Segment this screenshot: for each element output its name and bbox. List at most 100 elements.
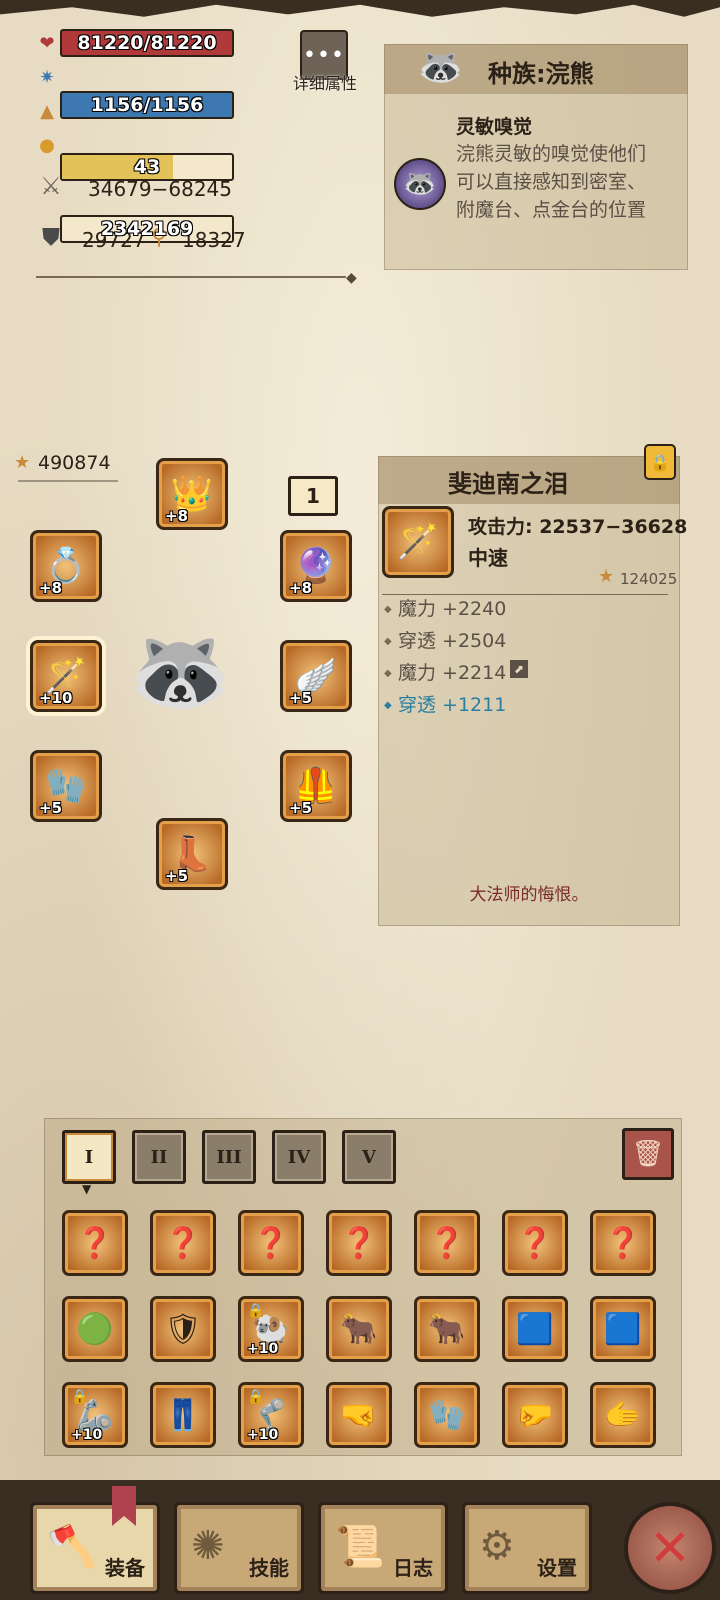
bullet-icon: ◆ (384, 700, 392, 711)
inventory-slot[interactable]: 🟦 (590, 1296, 656, 1362)
trash-icon[interactable]: 🗑 (622, 1128, 674, 1180)
inventory-tab-1[interactable]: I (62, 1130, 116, 1184)
inventory-slot[interactable]: ❓ (150, 1210, 216, 1276)
nav-log-button[interactable]: 📜 日志 (318, 1502, 448, 1594)
active-tab-indicator: ▼ (82, 1182, 92, 1196)
inventory-slot[interactable]: 🔒 🦿 +10 (238, 1382, 304, 1448)
inventory-slot[interactable]: ❓ (502, 1210, 568, 1276)
item-attack: 攻击力: 22537−36628 (468, 516, 688, 538)
inventory-slot[interactable]: 🧤 (414, 1382, 480, 1448)
ring-slot[interactable]: 💍 +8 (30, 530, 102, 602)
gold-icon: ● (39, 134, 55, 156)
race-ability-name: 灵敏嗅觉 (456, 116, 533, 138)
loadout-page-button[interactable]: 1 (288, 476, 338, 516)
inventory-slot[interactable]: ❓ (414, 1210, 480, 1276)
enchant-icon: ⬈ (510, 660, 528, 678)
unknown-item-icon: ❓ (604, 1225, 642, 1261)
inventory-slot[interactable]: ❓ (590, 1210, 656, 1276)
star-icon: ★ (14, 452, 31, 473)
inventory-slot[interactable]: 🤜 (326, 1382, 392, 1448)
scroll-icon: 📜 (335, 1524, 385, 1570)
pants-icon: 🟦 (604, 1311, 642, 1347)
inventory-slot[interactable]: 👖 (150, 1382, 216, 1448)
lock-icon: 🔒 (71, 1389, 89, 1405)
equipment-score: 490874 (38, 452, 111, 474)
item-name: 斐迪南之泪 (448, 470, 568, 498)
nav-settings-button[interactable]: ⚙ 设置 (462, 1502, 592, 1594)
stats-divider (36, 276, 346, 278)
top-torn-edge (0, 0, 720, 17)
inventory-slot[interactable]: 🟢 (62, 1296, 128, 1362)
helmet-icon: 🐂 (428, 1311, 466, 1347)
detail-stats-label[interactable]: 详细属性 (280, 70, 370, 94)
hp-value: 81220/81220 (77, 32, 217, 54)
item-stat-3: 魔力 +2214 (398, 662, 507, 684)
staff-icon: 🪄 (396, 522, 440, 562)
inventory-tab-3[interactable]: III (202, 1130, 256, 1184)
attack-value: 34679−68245 (88, 177, 233, 201)
inventory-slot[interactable]: 🟦 (502, 1296, 568, 1362)
inventory-slot[interactable]: 🛡 (150, 1296, 216, 1362)
gold-value: 2342169 (100, 218, 194, 240)
inventory-slot[interactable]: 🔒 🐏 +10 (238, 1296, 304, 1362)
character-avatar: 🦝 (127, 621, 233, 720)
armor-slot[interactable]: 🦺 +5 (280, 750, 352, 822)
inventory-slot[interactable]: ❓ (326, 1210, 392, 1276)
close-icon: ✕ (649, 1519, 691, 1577)
item-stat-1: 魔力 +2240 (398, 598, 507, 620)
inventory-slot[interactable]: 🐂 (326, 1296, 392, 1362)
gear-icon: ⚙ (479, 1523, 515, 1569)
mana-icon: ✷ (39, 66, 55, 88)
inventory-tab-4[interactable]: IV (272, 1130, 326, 1184)
armor-icon: 🟢 (76, 1311, 114, 1347)
leggings-icon: 👖 (164, 1397, 202, 1433)
wings-slot[interactable]: 🪽 +5 (280, 640, 352, 712)
axe-icon: 🪓 (47, 1524, 97, 1570)
selected-item-icon: 🪄 (382, 506, 454, 578)
lock-icon: 🔒 (247, 1303, 265, 1319)
raccoon-icon: 🦝 (418, 47, 463, 88)
item-stat-2: 穿透 +2504 (398, 630, 507, 652)
inventory-slot[interactable]: ❓ (238, 1210, 304, 1276)
item-speed: 中速 (468, 546, 508, 570)
crown-slot[interactable]: 👑 +8 (156, 458, 228, 530)
race-ability-icon[interactable]: 🦝 (394, 158, 446, 210)
nav-settings-label: 设置 (537, 1556, 577, 1580)
pants-icon: 🟦 (516, 1311, 554, 1347)
lock-icon[interactable]: 🔒 (644, 444, 676, 480)
nav-equip-label: 装备 (105, 1556, 145, 1580)
inventory-slot[interactable]: 🔒 🦾 +10 (62, 1382, 128, 1448)
mp-bar: 1156/1156 (60, 91, 234, 119)
divider-ornament: ◆ (346, 270, 357, 286)
level-icon: ▲ (40, 100, 54, 122)
nav-log-label: 日志 (393, 1556, 433, 1580)
gloves-slot[interactable]: 🧤 +5 (30, 750, 102, 822)
unknown-item-icon: ❓ (252, 1225, 290, 1261)
unknown-item-icon: ❓ (340, 1225, 378, 1261)
amulet-slot[interactable]: 🔮 +8 (280, 530, 352, 602)
hp-bar: 81220/81220 (60, 29, 234, 57)
nav-skills-button[interactable]: ✺ 技能 (174, 1502, 304, 1594)
ellipsis-icon: ••• (303, 42, 345, 68)
race-title: 种族:浣熊 (488, 60, 594, 88)
unknown-item-icon: ❓ (164, 1225, 202, 1261)
inventory-slot[interactable]: 🤛 (502, 1382, 568, 1448)
inventory-slot[interactable]: 🐂 (414, 1296, 480, 1362)
close-button[interactable]: ✕ (624, 1502, 716, 1594)
gauntlet-icon: 🫱 (604, 1397, 642, 1433)
nav-equip-button[interactable]: 🪓 装备 (30, 1502, 160, 1594)
inventory-slot[interactable]: 🫱 (590, 1382, 656, 1448)
inventory-tab-5[interactable]: V (342, 1130, 396, 1184)
gauntlet-icon: 🤜 (340, 1397, 378, 1433)
gauntlet-icon: 🤛 (516, 1397, 554, 1433)
heart-icon: ❤ (39, 32, 55, 54)
score-underline (18, 480, 118, 482)
item-score: 124025 (620, 570, 678, 588)
nav-skills-label: 技能 (249, 1556, 289, 1580)
boots-slot[interactable]: 👢 +5 (156, 818, 228, 890)
crossed-swords-icon: ⚔ (40, 172, 62, 200)
inventory-tab-2[interactable]: II (132, 1130, 186, 1184)
inventory-slot[interactable]: ❓ (62, 1210, 128, 1276)
unknown-item-icon: ❓ (428, 1225, 466, 1261)
weapon-slot[interactable]: 🪄 +10 (30, 640, 102, 712)
